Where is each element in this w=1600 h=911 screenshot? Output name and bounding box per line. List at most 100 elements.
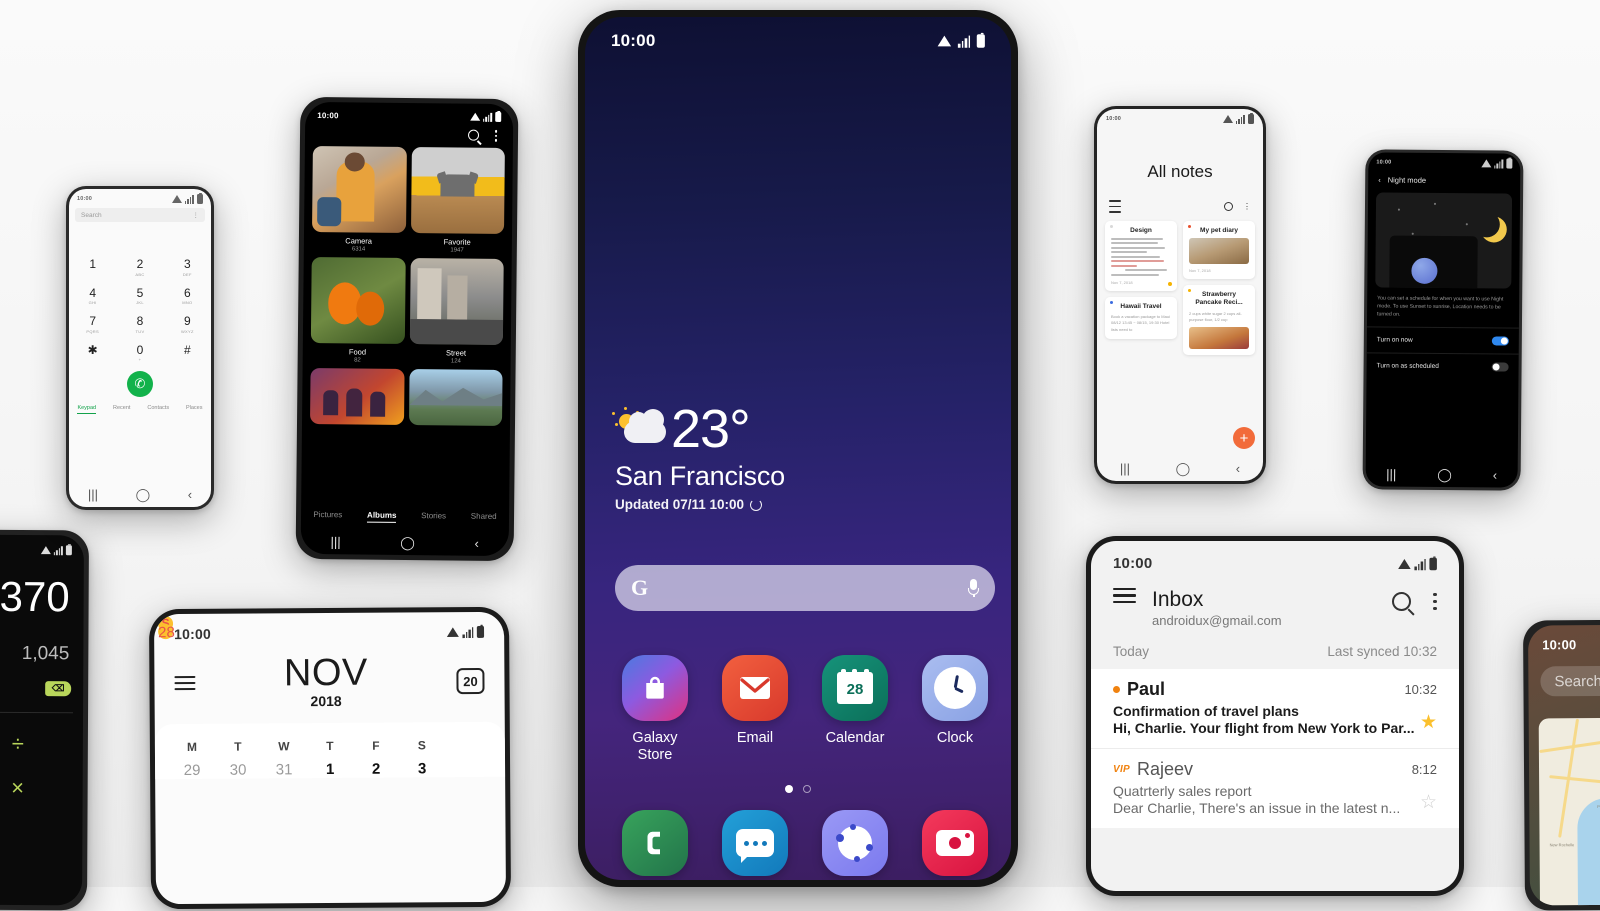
tab-stories[interactable]: Stories	[421, 511, 446, 523]
star-outline-icon[interactable]: ☆	[1420, 791, 1437, 814]
search-icon[interactable]	[1224, 201, 1233, 211]
page-title: All notes	[1147, 162, 1213, 181]
home-icon[interactable]: ◯	[1437, 466, 1452, 481]
album-card[interactable]	[310, 367, 405, 425]
calendar-date[interactable]: 31	[261, 761, 307, 778]
dial-key[interactable]: 8 TUV	[116, 315, 163, 334]
kebab-menu-icon[interactable]: ⋮	[193, 211, 200, 219]
recents-icon[interactable]: |||	[88, 488, 98, 501]
dial-key[interactable]: 3 DEF	[164, 258, 211, 277]
email-phone: 10:00 Inbox androidux@gmail.com Today La…	[1086, 536, 1464, 896]
email-list-item[interactable]: VIP Rajeev 8:12 Quatrterly sales report …	[1091, 748, 1459, 829]
album-card[interactable]	[408, 368, 503, 426]
calendar-status-bar: 10:00	[154, 612, 504, 642]
calendar-date[interactable]: 1	[307, 761, 353, 778]
search-icon[interactable]	[467, 129, 479, 141]
night-option-scheduled[interactable]: Turn on as scheduled	[1366, 352, 1519, 381]
tab-contacts[interactable]: Contacts	[147, 405, 169, 414]
dial-key[interactable]: 6 MNO	[164, 287, 211, 306]
dock-phone[interactable]	[611, 810, 699, 876]
calculator-status-bar	[0, 535, 84, 556]
note-card[interactable]: Design Nov 7, 2018	[1105, 220, 1177, 291]
dial-key[interactable]: 1	[69, 258, 116, 277]
phone-call-icon[interactable]: ✆	[127, 371, 153, 397]
home-icon[interactable]: ◯	[1176, 462, 1191, 475]
hamburger-menu-icon[interactable]	[1113, 588, 1136, 604]
recents-icon[interactable]: |||	[331, 534, 341, 549]
back-icon[interactable]: ‹	[1493, 467, 1497, 482]
email-list-item[interactable]: Paul 10:32 Confirmation of travel plans …	[1091, 669, 1459, 749]
tab-recent[interactable]: Recent	[113, 405, 130, 414]
plus-icon[interactable]: +	[1233, 427, 1255, 449]
album-card[interactable]: Camera 6314	[312, 145, 407, 253]
hamburger-menu-icon[interactable]	[174, 675, 196, 691]
tab-places[interactable]: Places	[186, 405, 203, 414]
google-search-bar[interactable]: G	[615, 565, 995, 611]
app-calendar[interactable]: 28 Calendar	[811, 655, 899, 763]
notes-columns: Design Nov 7, 2018 Hawaii Travel Book a …	[1097, 213, 1263, 355]
page-dot[interactable]	[803, 785, 811, 793]
note-card[interactable]: My pet diary Nov 7, 2018	[1183, 220, 1255, 279]
note-card[interactable]: Hawaii Travel Book a vacation package to…	[1105, 296, 1177, 339]
page-dot-active[interactable]	[785, 785, 793, 793]
dial-key[interactable]: 0 +	[116, 344, 163, 363]
dock-messages[interactable]	[711, 810, 799, 876]
microphone-icon[interactable]	[968, 579, 979, 597]
tab-albums[interactable]: Albums	[367, 510, 397, 523]
album-card[interactable]: Food 82	[310, 256, 406, 363]
dock-camera[interactable]	[911, 810, 999, 876]
dial-key[interactable]: 9 WXYZ	[164, 315, 211, 334]
dial-key[interactable]: 7 PQRS	[69, 315, 116, 334]
dial-key[interactable]: 4 GHI	[69, 287, 116, 306]
calendar-date[interactable]: 2	[353, 761, 399, 778]
option-label: Turn on now	[1376, 336, 1413, 345]
signal-icon	[957, 34, 971, 48]
toggle-switch-on[interactable]	[1491, 336, 1509, 346]
recents-icon[interactable]: |||	[1386, 466, 1396, 481]
calendar-date[interactable]: 30	[215, 762, 261, 779]
dial-key[interactable]: 5 JKL	[116, 287, 163, 306]
today-button[interactable]: 20	[456, 667, 485, 695]
note-card[interactable]: Strawberry Pancake Reci... 2 cups white …	[1183, 284, 1255, 355]
hamburger-menu-icon[interactable]	[1109, 200, 1121, 213]
tab-keypad[interactable]: Keypad	[77, 405, 97, 414]
kebab-menu-icon[interactable]: ⋮	[1243, 202, 1251, 211]
app-galaxy-store[interactable]: Galaxy Store	[611, 655, 699, 763]
calculator-divide-button[interactable]: ÷	[0, 713, 83, 758]
back-chevron-icon[interactable]: ‹	[1378, 175, 1381, 184]
kebab-menu-icon[interactable]	[1433, 592, 1437, 611]
back-icon[interactable]: ‹	[1236, 462, 1240, 475]
dialer-search-field[interactable]: Search ⋮	[75, 208, 205, 222]
star-filled-icon[interactable]: ★	[1420, 711, 1437, 734]
app-clock[interactable]: Clock	[911, 655, 999, 763]
tab-shared[interactable]: Shared	[471, 512, 497, 524]
dial-key[interactable]: #	[164, 344, 211, 363]
home-icon[interactable]: ◯	[400, 534, 415, 549]
app-email[interactable]: Email	[711, 655, 799, 763]
dialer-phone: 10:00 Search ⋮ 1 2 ABC 3 DEF 4 GHI 5 JKL 6 MN…	[66, 186, 214, 510]
backspace-icon[interactable]: ⌫	[45, 681, 72, 697]
map-tile[interactable]: Pleasant New Rochelle	[1538, 717, 1600, 906]
home-icon[interactable]: ◯	[136, 488, 151, 501]
toggle-switch-off[interactable]	[1491, 362, 1509, 372]
dial-key[interactable]: 2 ABC	[116, 258, 163, 277]
dock-internet[interactable]	[811, 810, 899, 876]
album-card[interactable]: Street 124	[409, 257, 504, 365]
back-icon[interactable]: ‹	[188, 488, 192, 501]
calendar-date[interactable]: 29	[169, 762, 215, 779]
tab-pictures[interactable]: Pictures	[313, 510, 342, 522]
recents-icon[interactable]: |||	[1120, 462, 1130, 475]
navigation-bar: ||| ◯ ‹	[1097, 455, 1263, 481]
map-search-field[interactable]: Search	[1540, 665, 1600, 697]
calculator-multiply-button[interactable]: ×	[0, 757, 83, 802]
night-option-turn-on-now[interactable]: Turn on now	[1366, 326, 1519, 355]
calendar-date[interactable]: 28	[158, 624, 175, 641]
refresh-icon[interactable]	[750, 498, 763, 511]
back-icon[interactable]: ‹	[474, 535, 479, 550]
dial-key[interactable]: ✱	[69, 344, 116, 363]
kebab-menu-icon[interactable]	[494, 129, 498, 142]
calendar-date[interactable]: 3	[399, 760, 445, 777]
search-icon[interactable]	[1392, 592, 1412, 611]
album-card[interactable]: Favorite 1947	[410, 146, 505, 254]
weather-widget[interactable]: 23° San Francisco Updated 07/11 10:00	[612, 402, 785, 512]
